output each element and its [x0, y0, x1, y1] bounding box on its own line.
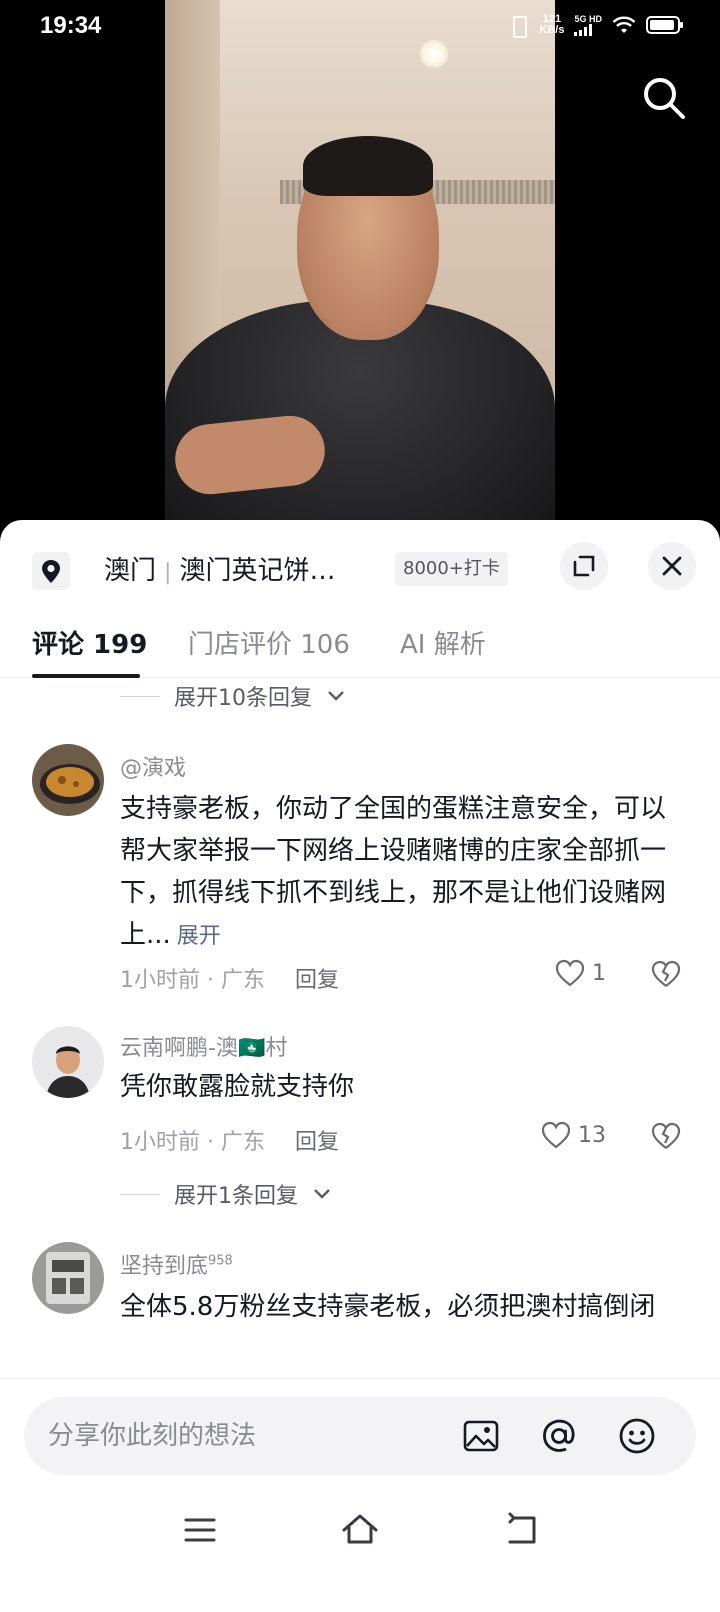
- expand-replies-button[interactable]: 展开1条回复: [120, 1178, 332, 1210]
- comment-input[interactable]: [48, 1415, 448, 1457]
- tab-active-indicator: [32, 674, 140, 678]
- menu-icon[interactable]: [178, 1508, 222, 1552]
- location-title[interactable]: 澳门 | 澳门英记饼…: [104, 550, 335, 587]
- comment-body: 凭你敢露脸就支持你: [120, 1072, 355, 1102]
- avatar[interactable]: [32, 1242, 104, 1314]
- close-icon[interactable]: [648, 542, 696, 590]
- network-speed-unit: KB/s: [539, 24, 565, 36]
- video-person-hair: [303, 136, 433, 196]
- status-time: 19:34: [40, 12, 102, 39]
- checkin-badge: 8000+打卡: [395, 552, 508, 586]
- broken-heart-icon[interactable]: [650, 958, 682, 990]
- like-button[interactable]: 1: [554, 958, 606, 988]
- status-icons: 121 KB/s 5G HD: [507, 14, 683, 38]
- comment-username-sup: 958: [208, 1253, 233, 1269]
- location-header[interactable]: 澳门 | 澳门英记饼… 8000+打卡: [0, 520, 720, 616]
- chevron-down-icon: [328, 691, 344, 701]
- status-bar: 19:34 121 KB/s 5G HD: [0, 0, 720, 56]
- avatar[interactable]: [32, 744, 104, 816]
- expand-divider: [120, 1193, 160, 1195]
- comment-text: 支持豪老板，你动了全国的蛋糕注意安全，可以帮大家举报一下网络上设赌赌博的庄家全部…: [120, 788, 680, 958]
- video-player[interactable]: 19:34 121 KB/s 5G HD: [0, 0, 720, 525]
- expand-replies-button[interactable]: 展开10条回复: [120, 680, 346, 712]
- tab-comments[interactable]: 评论 199: [32, 624, 147, 661]
- network-type: 5G HD: [574, 14, 602, 24]
- broken-heart-icon[interactable]: [650, 1120, 682, 1152]
- image-icon[interactable]: [460, 1415, 502, 1457]
- video-frame: [165, 0, 555, 525]
- tab-bar: 评论 199 门店评价 106 AI 解析: [0, 616, 720, 678]
- comment-time: 1小时前 · 广东: [120, 968, 265, 993]
- network-speed: 121 KB/s: [539, 14, 564, 36]
- chevron-down-icon: [314, 1189, 330, 1199]
- avatar[interactable]: [32, 1026, 104, 1098]
- comment-input-box: [24, 1397, 696, 1475]
- expand-replies-label: 展开1条回复: [174, 1184, 298, 1209]
- comments-sheet: 澳门 | 澳门英记饼… 8000+打卡 评论 199 门店评价 106 AI 解析 …: [0, 520, 720, 1612]
- home-icon[interactable]: [338, 1508, 382, 1552]
- like-count: 13: [578, 1122, 606, 1148]
- heart-icon: [541, 1121, 571, 1149]
- search-icon[interactable]: [640, 74, 688, 122]
- location-city: 澳门: [104, 556, 157, 586]
- expand-icon[interactable]: [560, 542, 608, 590]
- expand-divider: [120, 695, 160, 697]
- like-button[interactable]: 13: [540, 1120, 606, 1150]
- comment-input-bar: [0, 1378, 720, 1488]
- reply-button[interactable]: 回复: [295, 968, 339, 993]
- system-navigation-bar: [0, 1488, 720, 1612]
- battery-icon: [646, 16, 683, 34]
- location-separator: |: [164, 560, 172, 585]
- comment-username[interactable]: 云南啊鹏-澳🇲🇴村: [120, 1030, 287, 1062]
- comment-username[interactable]: @演戏: [120, 750, 186, 782]
- tab-store-reviews[interactable]: 门店评价 106: [188, 624, 350, 661]
- comment-username[interactable]: 坚持到底958: [120, 1248, 233, 1280]
- comment-body: 全体5.8万粉丝支持豪老板，必须把澳村搞倒闭: [120, 1292, 656, 1322]
- comment-username-text: 坚持到底: [120, 1254, 209, 1279]
- comment-time: 1小时前 · 广东: [120, 1130, 265, 1155]
- comment-meta: 1小时前 · 广东 回复: [120, 1124, 339, 1156]
- expand-replies-label: 展开10条回复: [174, 686, 312, 711]
- emoji-icon[interactable]: [616, 1415, 658, 1457]
- heart-icon: [555, 959, 585, 987]
- vibrate-icon: [507, 14, 529, 38]
- at-icon[interactable]: [538, 1415, 580, 1457]
- signal-group: 5G HD: [574, 14, 602, 36]
- like-count: 1: [592, 960, 606, 986]
- tab-ai-analysis[interactable]: AI 解析: [400, 624, 486, 661]
- signal-icon: [574, 24, 602, 36]
- comment-meta: 1小时前 · 广东 回复: [120, 962, 339, 994]
- comment-expand-link[interactable]: 展开: [177, 924, 221, 949]
- back-icon[interactable]: [500, 1508, 544, 1552]
- wifi-icon: [612, 16, 636, 33]
- location-place: 澳门英记饼…: [179, 556, 336, 586]
- location-pin-icon: [32, 552, 70, 590]
- reply-button[interactable]: 回复: [295, 1130, 339, 1155]
